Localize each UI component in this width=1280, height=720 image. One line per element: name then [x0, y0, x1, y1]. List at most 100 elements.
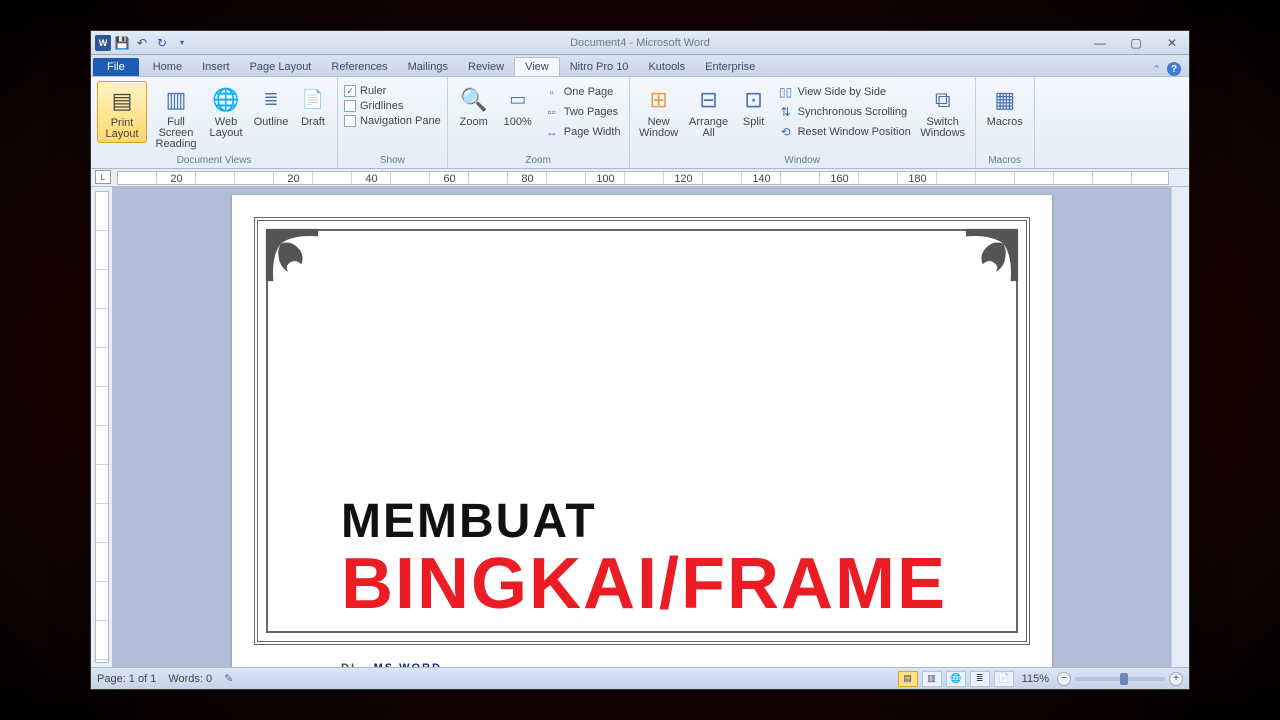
arrange-all-icon: ⊟	[693, 83, 725, 115]
zoom-100-button[interactable]: ▭ 100%	[498, 81, 538, 130]
print-layout-button[interactable]: ▤ Print Layout	[97, 81, 147, 143]
corner-ornament-icon	[964, 227, 1020, 283]
outline-button[interactable]: ≣ Outline	[251, 81, 291, 130]
zoom-slider-thumb[interactable]	[1120, 673, 1128, 685]
vertical-ruler-scale	[95, 191, 109, 663]
zoom-button[interactable]: 🔍 Zoom	[454, 81, 494, 130]
web-layout-label: Web Layout	[207, 117, 245, 139]
maximize-button[interactable]: ▢	[1123, 35, 1149, 51]
quick-access-toolbar: W 💾 ↶ ↻ ▾	[95, 34, 191, 52]
full-screen-icon: ▥	[160, 83, 192, 115]
reset-window-position-button: ⟲Reset Window Position	[776, 123, 913, 141]
checkbox-icon	[344, 100, 356, 112]
page-width-icon: ↔	[544, 124, 560, 140]
ruler-scale: 2020406080100120140160180	[117, 171, 1169, 185]
page-width-button[interactable]: ↔Page Width	[542, 123, 623, 141]
zoom-out-button[interactable]: −	[1057, 672, 1071, 686]
print-layout-label: Print Layout	[100, 118, 144, 140]
split-button[interactable]: ⊡ Split	[736, 81, 772, 130]
synchronous-scrolling-button: ⇅Synchronous Scrolling	[776, 103, 913, 121]
status-right: ▤ ▥ 🌐 ≣ 📄 115% − +	[898, 671, 1183, 687]
caption-line3: DI MS WORD	[341, 623, 947, 667]
window-controls: — ▢ ✕	[1087, 35, 1185, 51]
tab-enterprise[interactable]: Enterprise	[695, 58, 765, 76]
tab-selector[interactable]: L	[95, 170, 111, 184]
draft-button[interactable]: 📄 Draft	[295, 81, 331, 130]
reset-window-icon: ⟲	[778, 124, 794, 140]
checkbox-icon	[344, 115, 356, 127]
corner-ornament-icon	[264, 227, 320, 283]
sync-scroll-icon: ⇅	[778, 104, 794, 120]
tab-view[interactable]: View	[514, 57, 560, 76]
statusbar: Page: 1 of 1 Words: 0 ✎ ▤ ▥ 🌐 ≣ 📄 115% −…	[91, 667, 1189, 689]
tab-references[interactable]: References	[321, 58, 397, 76]
redo-icon[interactable]: ↻	[153, 34, 171, 52]
tab-home[interactable]: Home	[143, 58, 192, 76]
zoom-icon: 🔍	[458, 83, 490, 115]
close-button[interactable]: ✕	[1159, 35, 1185, 51]
help-icon[interactable]: ?	[1167, 62, 1181, 76]
status-proofing-icon[interactable]: ✎	[224, 672, 233, 685]
print-layout-view-button[interactable]: ▤	[898, 671, 918, 687]
outline-label: Outline	[254, 117, 289, 128]
ribbon: ▤ Print Layout ▥ Full Screen Reading 🌐 W…	[91, 77, 1189, 169]
side-by-side-icon: ▯▯	[778, 84, 794, 100]
undo-icon[interactable]: ↶	[133, 34, 151, 52]
outline-icon: ≣	[255, 83, 287, 115]
tab-kutools[interactable]: Kutools	[638, 58, 695, 76]
status-words[interactable]: Words: 0	[168, 673, 212, 685]
one-page-icon: ▫	[544, 84, 560, 100]
macros-label: Macros	[987, 117, 1023, 128]
tab-nitro[interactable]: Nitro Pro 10	[560, 58, 639, 76]
tab-page-layout[interactable]: Page Layout	[240, 58, 322, 76]
titlebar: W 💾 ↶ ↻ ▾ Document4 - Microsoft Word — ▢…	[91, 31, 1189, 55]
switch-windows-button[interactable]: ⧉ Switch Windows	[917, 81, 969, 141]
draft-view-button[interactable]: 📄	[994, 671, 1014, 687]
zoom-label: Zoom	[460, 117, 488, 128]
zoom-slider[interactable]	[1075, 677, 1165, 681]
full-screen-view-button[interactable]: ▥	[922, 671, 942, 687]
new-window-button[interactable]: ⊞ New Window	[636, 81, 682, 141]
two-pages-icon: ▫▫	[544, 104, 560, 120]
group-zoom: 🔍 Zoom ▭ 100% ▫One Page ▫▫Two Pages ↔Pag…	[448, 77, 630, 168]
tab-mailings[interactable]: Mailings	[398, 58, 458, 76]
file-tab[interactable]: File	[93, 58, 139, 76]
one-page-button[interactable]: ▫One Page	[542, 83, 623, 101]
ruler-checkbox[interactable]: ✓Ruler	[344, 85, 441, 97]
horizontal-ruler[interactable]: L 2020406080100120140160180	[91, 169, 1189, 187]
group-macros: ▦ Macros Macros	[976, 77, 1035, 168]
draft-label: Draft	[301, 117, 325, 128]
arrange-all-label: Arrange All	[688, 117, 730, 139]
zoom-100-label: 100%	[504, 117, 532, 128]
navigation-pane-checkbox[interactable]: Navigation Pane	[344, 115, 441, 127]
view-side-by-side-button[interactable]: ▯▯View Side by Side	[776, 83, 913, 101]
workspace: MEMBUAT BINGKAI/FRAME DI MS WORD	[91, 187, 1189, 667]
zoom-in-button[interactable]: +	[1169, 672, 1183, 686]
zoom-level[interactable]: 115%	[1022, 673, 1049, 685]
macros-icon: ▦	[989, 83, 1021, 115]
group-zoom-label: Zoom	[454, 155, 623, 168]
status-page[interactable]: Page: 1 of 1	[97, 673, 156, 685]
overlay-caption: MEMBUAT BINGKAI/FRAME DI MS WORD	[341, 497, 947, 667]
checkbox-checked-icon: ✓	[344, 85, 356, 97]
minimize-button[interactable]: —	[1087, 35, 1113, 51]
new-window-icon: ⊞	[643, 83, 675, 115]
minimize-ribbon-icon[interactable]: ⌃	[1152, 63, 1161, 76]
full-screen-reading-button[interactable]: ▥ Full Screen Reading	[151, 81, 201, 152]
web-layout-view-button[interactable]: 🌐	[946, 671, 966, 687]
macros-button[interactable]: ▦ Macros	[982, 81, 1028, 130]
split-icon: ⊡	[738, 83, 770, 115]
save-icon[interactable]: 💾	[113, 34, 131, 52]
arrange-all-button[interactable]: ⊟ Arrange All	[686, 81, 732, 141]
web-layout-button[interactable]: 🌐 Web Layout	[205, 81, 247, 141]
tab-review[interactable]: Review	[458, 58, 514, 76]
outline-view-button[interactable]: ≣	[970, 671, 990, 687]
qat-dropdown-icon[interactable]: ▾	[173, 34, 191, 52]
vertical-ruler[interactable]	[91, 187, 113, 667]
vertical-scrollbar[interactable]	[1171, 187, 1189, 667]
window-title: Document4 - Microsoft Word	[570, 37, 710, 49]
tab-insert[interactable]: Insert	[192, 58, 240, 76]
two-pages-button[interactable]: ▫▫Two Pages	[542, 103, 623, 121]
ribbon-tabs: File Home Insert Page Layout References …	[91, 55, 1189, 77]
gridlines-checkbox[interactable]: Gridlines	[344, 100, 441, 112]
